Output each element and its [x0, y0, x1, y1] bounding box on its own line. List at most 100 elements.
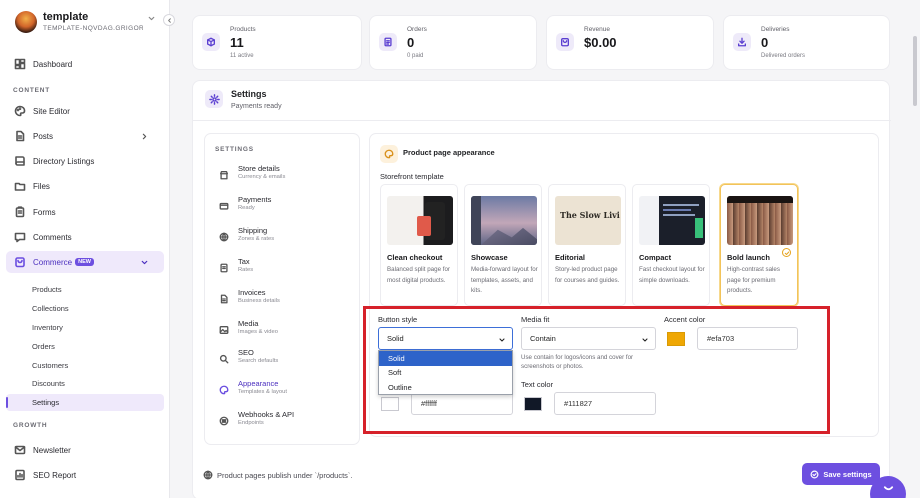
- sidebar-item-label: Site Editor: [33, 106, 70, 116]
- settings-nav-shipping[interactable]: Shipping Zones & rates: [213, 223, 353, 251]
- settings-nav-title: Media: [238, 319, 259, 328]
- folder-icon: [14, 182, 26, 191]
- settings-nav-title: Invoices: [238, 288, 266, 297]
- publish-note-text: Product pages publish under `/products`.: [217, 470, 353, 480]
- template-option-editorial[interactable]: The Slow Livi Guide Editorial Story-led …: [548, 184, 626, 306]
- check-circle-icon: [810, 470, 819, 478]
- sidebar-subitem-collections[interactable]: Collections: [6, 300, 164, 317]
- globe-icon: [219, 232, 229, 242]
- card-icon: [219, 202, 229, 210]
- stat-sub: 0 paid: [407, 53, 424, 59]
- sidebar-subitem-orders[interactable]: Orders: [6, 338, 164, 355]
- sidebar-item-label: Files: [33, 181, 50, 191]
- stat-label: Deliveries: [761, 26, 790, 33]
- sidebar-subitem-customers[interactable]: Customers: [6, 357, 164, 374]
- template-option-bold-launch[interactable]: Bold launch High-contrast sales page for…: [720, 184, 798, 306]
- webhook-icon: [219, 416, 229, 426]
- chevron-down-icon[interactable]: [140, 258, 149, 267]
- sidebar-item-commerce[interactable]: Commerce NEW: [6, 251, 164, 273]
- template-name: Showcase: [471, 253, 508, 262]
- page-scrollbar[interactable]: [913, 36, 917, 106]
- settings-nav-sub: Rates: [238, 267, 254, 273]
- settings-nav-webhooks-api[interactable]: Webhooks & API Endpoints: [213, 407, 353, 435]
- settings-title: Settings: [231, 89, 267, 99]
- template-thumbnail: [387, 196, 453, 245]
- settings-nav-sub: Search defaults: [238, 358, 279, 364]
- stat-card-products: Products 11 11 active: [192, 15, 362, 70]
- settings-nav-invoices[interactable]: Invoices Business details: [213, 285, 353, 313]
- template-thumbnail: [471, 196, 537, 245]
- chevron-right-icon[interactable]: [140, 132, 149, 141]
- publish-note: Product pages publish under `/products`.: [203, 470, 353, 480]
- settings-nav-title: Webhooks & API: [238, 410, 295, 419]
- workspace-switcher-chevron-icon[interactable]: [147, 14, 156, 23]
- settings-nav-title: Store details: [238, 164, 280, 173]
- sidebar-subitem-discounts[interactable]: Discounts: [6, 375, 164, 392]
- palette-icon: [219, 385, 229, 395]
- sidebar-subitem-inventory[interactable]: Inventory: [6, 319, 164, 336]
- box-icon: [207, 37, 215, 47]
- template-desc: Media-forward layout for templates, asse…: [471, 266, 538, 294]
- sidebar-subitem-settings[interactable]: Settings: [6, 394, 164, 411]
- settings-nav-sub: Ready: [238, 205, 255, 211]
- settings-subtitle: Payments ready: [231, 103, 282, 110]
- chevron-left-icon: [167, 17, 171, 23]
- settings-nav-payments[interactable]: Payments Ready: [213, 192, 353, 220]
- settings-nav-title: SEO: [238, 348, 254, 357]
- stat-value: 0: [761, 35, 769, 50]
- gear-icon: [208, 93, 220, 105]
- sidebar-subitem-products[interactable]: Products: [6, 281, 164, 298]
- settings-nav-store-details[interactable]: Store details Currency & emails: [213, 161, 353, 189]
- card-title: Product page appearance: [403, 148, 495, 157]
- settings-panel: Settings Payments ready SETTINGS Store d…: [192, 80, 891, 498]
- workspace-name[interactable]: template: [43, 11, 88, 23]
- new-badge: NEW: [75, 258, 94, 266]
- sidebar-item-site-editor[interactable]: Site Editor: [6, 100, 164, 122]
- template-option-clean-checkout[interactable]: Clean checkout Balanced split page for m…: [380, 184, 458, 306]
- collapse-sidebar-button[interactable]: [163, 14, 175, 26]
- sidebar-item-posts[interactable]: Posts: [6, 125, 164, 147]
- sidebar-item-newsletter[interactable]: Newsletter: [6, 439, 164, 461]
- template-thumbnail: The Slow Livi Guide: [555, 196, 621, 245]
- cart-icon: [15, 257, 25, 268]
- sidebar-item-dashboard[interactable]: Dashboard: [6, 53, 164, 75]
- settings-nav-appearance[interactable]: Appearance Templates & layout: [213, 376, 353, 404]
- sidebar-item-forms[interactable]: Forms: [6, 201, 164, 223]
- template-name: Editorial: [555, 253, 586, 262]
- tax-icon: [220, 263, 228, 273]
- template-desc: High-contrast sales page for premium pro…: [727, 266, 780, 294]
- workspace-slug: TEMPLATE-NQVDAG.GRIGOR...: [43, 25, 143, 32]
- sidebar-item-directory-listings[interactable]: Directory Listings: [6, 150, 164, 172]
- document-icon: [16, 130, 25, 142]
- template-thumbnail: [727, 196, 793, 245]
- chat-launcher-button[interactable]: [870, 476, 906, 498]
- template-name: Compact: [639, 253, 672, 262]
- sidebar-item-comments[interactable]: Comments: [6, 226, 164, 248]
- settings-nav-seo[interactable]: SEO Search defaults: [213, 345, 353, 373]
- sidebar-item-files[interactable]: Files: [6, 175, 164, 197]
- button-style-dropdown: Solid Soft Outline: [378, 350, 513, 395]
- image-icon: [219, 326, 229, 334]
- template-desc: Balanced split page for most digital pro…: [387, 266, 450, 284]
- sidebar-item-label: Newsletter: [33, 445, 71, 455]
- template-desc: Fast checkout layout for simple download…: [639, 266, 705, 284]
- wallet-icon: [561, 38, 569, 47]
- dropdown-option-soft[interactable]: Soft: [379, 366, 512, 381]
- workspace-logo[interactable]: [15, 11, 37, 33]
- settings-nav-tax[interactable]: Tax Rates: [213, 254, 353, 282]
- sidebar-item-seo-report[interactable]: SEO Report: [6, 464, 164, 486]
- dropdown-option-solid[interactable]: Solid: [379, 351, 512, 366]
- template-thumbnail: [639, 196, 705, 245]
- settings-nav-media[interactable]: Media Images & video: [213, 316, 353, 344]
- storefront-template-label: Storefront template: [380, 172, 444, 181]
- dropdown-option-outline[interactable]: Outline: [379, 380, 512, 395]
- receipt-icon: [384, 37, 392, 47]
- settings-nav-sub: Business details: [238, 298, 280, 304]
- palette-icon: [14, 105, 26, 117]
- save-settings-button[interactable]: Save settings: [802, 463, 880, 485]
- template-option-compact[interactable]: Compact Fast checkout layout for simple …: [632, 184, 710, 306]
- sidebar-item-label: Posts: [33, 131, 54, 141]
- invoice-icon: [220, 294, 228, 304]
- sidebar-item-label: Dashboard: [33, 59, 73, 69]
- template-option-showcase[interactable]: Showcase Media-forward layout for templa…: [464, 184, 542, 306]
